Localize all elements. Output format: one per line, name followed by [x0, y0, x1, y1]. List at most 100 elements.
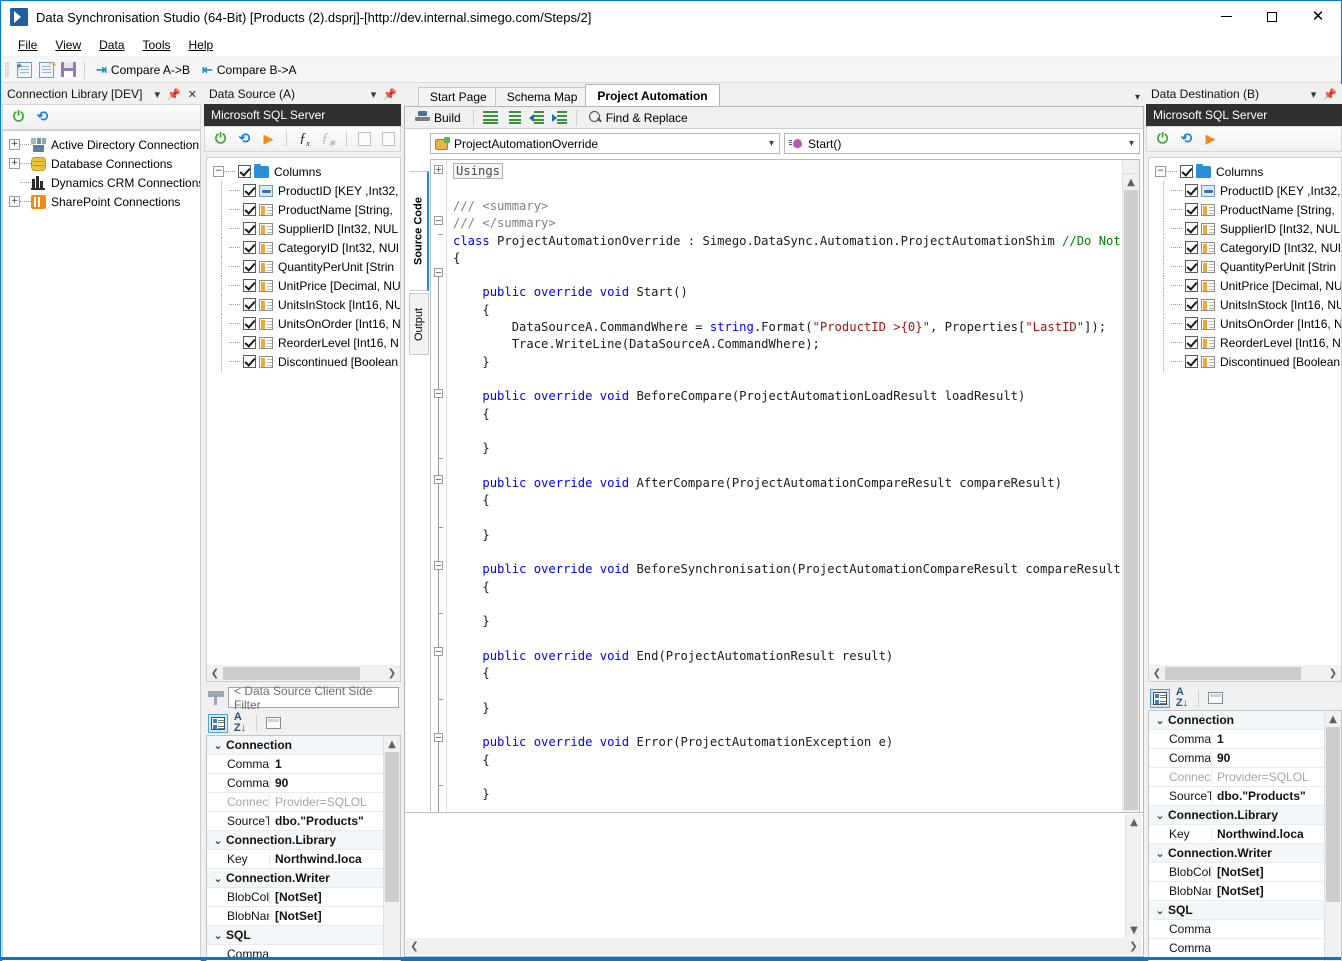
alphabetical-view-button[interactable]: A Z↓ — [1172, 687, 1192, 709]
outdent-button[interactable] — [526, 107, 547, 128]
usings-region[interactable]: Usings — [453, 163, 504, 179]
beforesync-fold-icon[interactable]: − — [434, 647, 443, 656]
column-checkbox[interactable] — [243, 184, 256, 197]
tree-item-column[interactable]: QuantityPerUnit [Strin — [207, 257, 400, 276]
tree-item-active-directory[interactable]: + Active Directory Connection — [3, 135, 200, 154]
menu-view[interactable]: View — [46, 35, 90, 55]
columns-checkbox[interactable] — [238, 165, 251, 178]
propertygrid-row[interactable]: SourceTabledbo."Products" — [207, 812, 385, 831]
tree-item-column[interactable]: UnitsOnOrder [Int16, N — [207, 314, 400, 333]
refresh-button[interactable]: ⟲ — [1176, 129, 1197, 150]
output-vscrollbar[interactable]: ▲ ▼ — [1125, 814, 1142, 938]
tree-item-column[interactable]: UnitPrice [Decimal, NU — [207, 276, 400, 295]
new-project-button[interactable]: ✦ — [13, 59, 35, 81]
panel-menu-icon[interactable]: ▾ — [1311, 88, 1317, 101]
format-document-button[interactable] — [480, 107, 501, 128]
tree-item-column[interactable]: ReorderLevel [Int16, N — [1149, 333, 1341, 352]
class-combo[interactable]: ProjectAutomationOverride ▾ — [430, 133, 780, 154]
property-value[interactable]: 1 — [1211, 732, 1326, 746]
refresh-button[interactable]: ⟲ — [32, 107, 53, 128]
filter-icon[interactable] — [208, 690, 224, 705]
propertygrid-category[interactable]: ⌄ SQL — [207, 926, 385, 945]
tree-item-column[interactable]: UnitsInStock [Int16, NU — [1149, 295, 1341, 314]
format-selection-button[interactable] — [503, 107, 524, 128]
build-button[interactable]: Build — [409, 109, 467, 127]
property-pages-button[interactable] — [263, 714, 283, 733]
categorized-view-button[interactable] — [208, 713, 228, 733]
property-pages-button[interactable] — [1205, 689, 1225, 708]
open-project-button[interactable]: ↷ — [35, 59, 57, 81]
column-checkbox[interactable] — [1185, 222, 1198, 235]
column-checkbox[interactable] — [1185, 203, 1198, 216]
chevron-down-icon[interactable]: ⌄ — [1152, 714, 1168, 727]
column-checkbox[interactable] — [1185, 317, 1198, 330]
chevron-down-icon[interactable]: ⌄ — [210, 834, 226, 847]
propertygrid-category[interactable]: ⌄ Connection — [1149, 711, 1326, 730]
data-source-a-propertygrid[interactable]: ⌄ConnectionCommandE1CommandT90Connection… — [206, 735, 401, 961]
expander-icon[interactable]: + — [9, 196, 20, 207]
tree-item-column[interactable]: CategoryID [Int32, NUl — [1149, 238, 1341, 257]
tree-root-columns[interactable]: − Columns — [207, 162, 400, 181]
hscroll-thumb[interactable] — [223, 666, 360, 680]
tab-project-automation[interactable]: Project Automation — [585, 84, 720, 106]
scroll-right-icon[interactable]: ❯ — [384, 666, 400, 681]
column-checkbox[interactable] — [243, 336, 256, 349]
expander-icon[interactable]: + — [9, 139, 20, 150]
propertygrid-row[interactable]: SourceTabledbo."Products" — [1149, 787, 1326, 806]
add-calculated-column-button[interactable]: ƒx — [294, 129, 315, 150]
beforecompare-fold-icon[interactable]: − — [434, 475, 443, 484]
aftercompare-fold-icon[interactable]: − — [434, 561, 443, 570]
propertygrid-row[interactable]: CommandE1 — [207, 755, 385, 774]
property-value[interactable]: [NotSet] — [269, 909, 385, 923]
property-value[interactable]: Provider=SQLOL — [269, 795, 385, 809]
column-checkbox[interactable] — [243, 279, 256, 292]
data-destination-b-propertygrid[interactable]: ⌄ConnectionCommandE1CommandT90Connection… — [1148, 710, 1342, 961]
propertygrid-vscrollbar[interactable]: ▲ ▼ — [383, 736, 400, 961]
chevron-down-icon[interactable]: ⌄ — [1152, 847, 1168, 860]
usings-fold-icon[interactable]: + — [434, 165, 443, 174]
column-checkbox[interactable] — [1185, 241, 1198, 254]
panel-close-icon[interactable]: ✕ — [188, 88, 197, 101]
tree-item-column[interactable]: ReorderLevel [Int16, N — [207, 333, 400, 352]
column-checkbox[interactable] — [243, 260, 256, 273]
property-value[interactable]: 1 — [269, 757, 385, 771]
menu-data[interactable]: Data — [90, 35, 133, 55]
column-checkbox[interactable] — [1185, 279, 1198, 292]
property-value[interactable]: Northwind.loca — [269, 852, 385, 866]
vscroll-thumb[interactable] — [1326, 727, 1340, 902]
code-text[interactable]: /// <summary> /// </summary> class Proje… — [453, 198, 1139, 803]
compare-a-to-b-button[interactable]: ⇥ Compare A->B — [90, 60, 196, 80]
tree-item-column[interactable]: ProductName [String, — [1149, 200, 1341, 219]
chevron-down-icon[interactable]: ⌄ — [210, 739, 226, 752]
column-checkbox[interactable] — [243, 355, 256, 368]
tree-item-column[interactable]: ProductName [String, — [207, 200, 400, 219]
tab-list-dropdown-icon[interactable]: ▾ — [1135, 92, 1140, 103]
property-value[interactable]: [NotSet] — [1211, 884, 1326, 898]
panel-menu-icon[interactable]: ▾ — [371, 88, 377, 101]
propertygrid-row[interactable]: CommandT90 — [207, 774, 385, 793]
end-fold-icon[interactable]: − — [434, 733, 443, 742]
scroll-left-icon[interactable]: ❮ — [1149, 666, 1165, 681]
propertygrid-category[interactable]: ⌄ Connection.Writer — [207, 869, 385, 888]
tree-item-column[interactable]: UnitPrice [Decimal, NU — [1149, 276, 1341, 295]
alphabetical-view-button[interactable]: A Z↓ — [230, 712, 250, 734]
minimize-button[interactable] — [1203, 1, 1249, 32]
propertygrid-row[interactable]: Key Northwind.loca — [1149, 825, 1326, 844]
scroll-split-handle[interactable] — [1123, 160, 1139, 174]
chevron-down-icon[interactable]: ⌄ — [210, 929, 226, 942]
client-side-filter-input[interactable]: < Data Source Client Side Filter — [228, 684, 399, 712]
column-checkbox[interactable] — [243, 203, 256, 216]
column-checkbox[interactable] — [243, 298, 256, 311]
pin-icon[interactable]: 📌 — [1323, 88, 1337, 101]
propertygrid-row[interactable]: CommandE1 — [1149, 730, 1326, 749]
propertygrid-row[interactable]: Key Northwind.loca — [207, 850, 385, 869]
property-value[interactable]: Northwind.loca — [1211, 827, 1326, 841]
propertygrid-category[interactable]: ⌄ Connection.Library — [1149, 806, 1326, 825]
data-destination-b-tree-hscrollbar[interactable]: ❮ ❯ — [1148, 665, 1342, 682]
connection-library-tree[interactable]: + Active Directory Connection + Database… — [2, 130, 201, 961]
scroll-up-icon[interactable]: ▲ — [384, 736, 400, 752]
propertygrid-row[interactable]: BlobColumn[NotSet] — [207, 888, 385, 907]
connect-button[interactable]: ⏻ — [8, 107, 29, 128]
start-fold-icon[interactable]: − — [434, 389, 443, 398]
property-value[interactable]: dbo."Products" — [1211, 789, 1326, 803]
